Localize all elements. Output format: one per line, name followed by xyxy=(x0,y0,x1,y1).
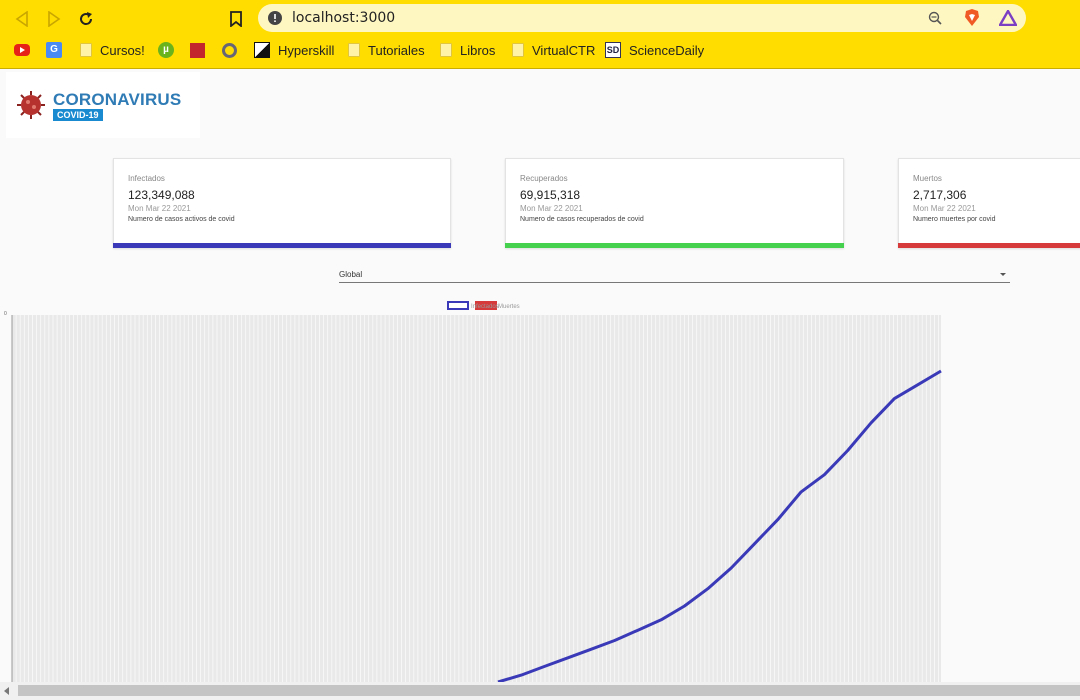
card-value: 69,915,318 xyxy=(520,188,581,202)
card-label: Muertos xyxy=(913,174,942,183)
folder-icon xyxy=(512,43,524,57)
sciencedaily-icon: SD xyxy=(605,42,621,58)
zoom-icon[interactable] xyxy=(928,11,942,25)
card-date: Mon Mar 22 2021 xyxy=(913,204,976,213)
legend-label-infectados: Infectados xyxy=(471,304,499,310)
url-text: localhost:3000 xyxy=(292,10,396,26)
legend-swatch-infectados xyxy=(447,301,469,310)
card-label: Infectados xyxy=(128,174,165,183)
card-accent-bar xyxy=(505,243,844,248)
bookmark-spiral[interactable] xyxy=(222,41,245,59)
folder-icon xyxy=(348,43,360,57)
country-select[interactable]: Global xyxy=(339,268,1010,283)
card-description: Numero muertes por covid xyxy=(913,216,996,223)
logo-title: CORONAVIRUS xyxy=(53,90,182,109)
bookmark-translate[interactable]: G xyxy=(46,41,70,59)
bookmark-utorrent[interactable]: µ xyxy=(158,41,182,59)
bookmark-label: Libros xyxy=(460,42,496,58)
bookmark-sciencedaily[interactable]: SD ScienceDaily xyxy=(605,41,704,59)
card-label: Recuperados xyxy=(520,174,568,183)
bookmark-libros[interactable]: Libros xyxy=(440,41,495,59)
site-icon xyxy=(190,42,205,58)
card-value: 2,717,306 xyxy=(913,188,967,202)
country-select-value: Global xyxy=(339,270,363,279)
legend-label-muertes: Muertes xyxy=(498,304,520,310)
card-muertos: Muertos 2,717,306 Mon Mar 22 2021 Numero… xyxy=(898,158,1080,248)
scroll-left-icon[interactable] xyxy=(4,687,10,695)
card-date: Mon Mar 22 2021 xyxy=(128,204,191,213)
folder-icon xyxy=(440,43,452,57)
youtube-icon xyxy=(14,44,30,56)
brave-shield-icon[interactable] xyxy=(964,9,980,27)
brave-rewards-icon[interactable] xyxy=(999,10,1017,26)
bookmark-virtualctr[interactable]: VirtualCTR xyxy=(512,41,595,59)
bookmark-label: Hyperskill xyxy=(278,42,335,58)
caret-down-icon xyxy=(1000,273,1006,276)
card-recuperados: Recuperados 69,915,318 Mon Mar 22 2021 N… xyxy=(505,158,844,248)
bookmark-label: ScienceDaily xyxy=(629,42,705,58)
translate-icon: G xyxy=(46,42,62,58)
reload-button[interactable] xyxy=(75,8,97,30)
card-date: Mon Mar 22 2021 xyxy=(520,204,583,213)
back-button[interactable] xyxy=(11,8,33,30)
bookmark-label: Cursos! xyxy=(100,42,145,58)
card-accent-bar xyxy=(113,243,451,248)
y-tick-label: 0 xyxy=(4,311,7,317)
browser-toolbar: localhost:3000 G Cursos! µ Hyperskill Tu… xyxy=(0,0,1080,69)
bookmark-hyperskill[interactable]: Hyperskill xyxy=(254,41,334,59)
folder-icon xyxy=(80,43,92,57)
bookmark-label: VirtualCTR xyxy=(532,42,596,58)
bookmark-page-button[interactable] xyxy=(225,8,247,30)
logo-subtitle: COVID-19 xyxy=(53,109,103,121)
app-logo: CORONAVIRUS COVID-19 xyxy=(6,72,200,138)
scrollbar-thumb[interactable] xyxy=(18,685,1080,696)
hyperskill-icon xyxy=(254,42,270,58)
card-infectados: Infectados 123,349,088 Mon Mar 22 2021 N… xyxy=(113,158,451,248)
info-icon[interactable] xyxy=(268,11,282,25)
horizontal-scrollbar[interactable] xyxy=(0,682,1080,700)
bookmark-icon xyxy=(230,11,242,27)
reload-icon xyxy=(80,12,93,25)
card-description: Numero de casos recuperados de covid xyxy=(520,216,644,223)
forward-icon xyxy=(48,11,61,27)
forward-button[interactable] xyxy=(43,8,65,30)
utorrent-icon: µ xyxy=(158,42,174,58)
card-description: Numero de casos activos de covid xyxy=(128,216,235,223)
card-value: 123,349,088 xyxy=(128,188,195,202)
card-accent-bar xyxy=(898,243,1080,248)
bookmark-youtube[interactable] xyxy=(14,41,38,59)
virus-icon xyxy=(17,91,45,119)
bookmark-cursos[interactable]: Cursos! xyxy=(80,41,145,59)
bookmark-label: Tutoriales xyxy=(368,42,425,58)
bookmark-tutoriales[interactable]: Tutoriales xyxy=(348,41,425,59)
address-bar[interactable]: localhost:3000 xyxy=(258,4,1026,32)
back-icon xyxy=(15,11,28,27)
bookmark-site[interactable] xyxy=(190,41,213,59)
spiral-icon xyxy=(222,42,237,58)
covid-chart: 0 Infectados Muertes xyxy=(4,301,942,682)
